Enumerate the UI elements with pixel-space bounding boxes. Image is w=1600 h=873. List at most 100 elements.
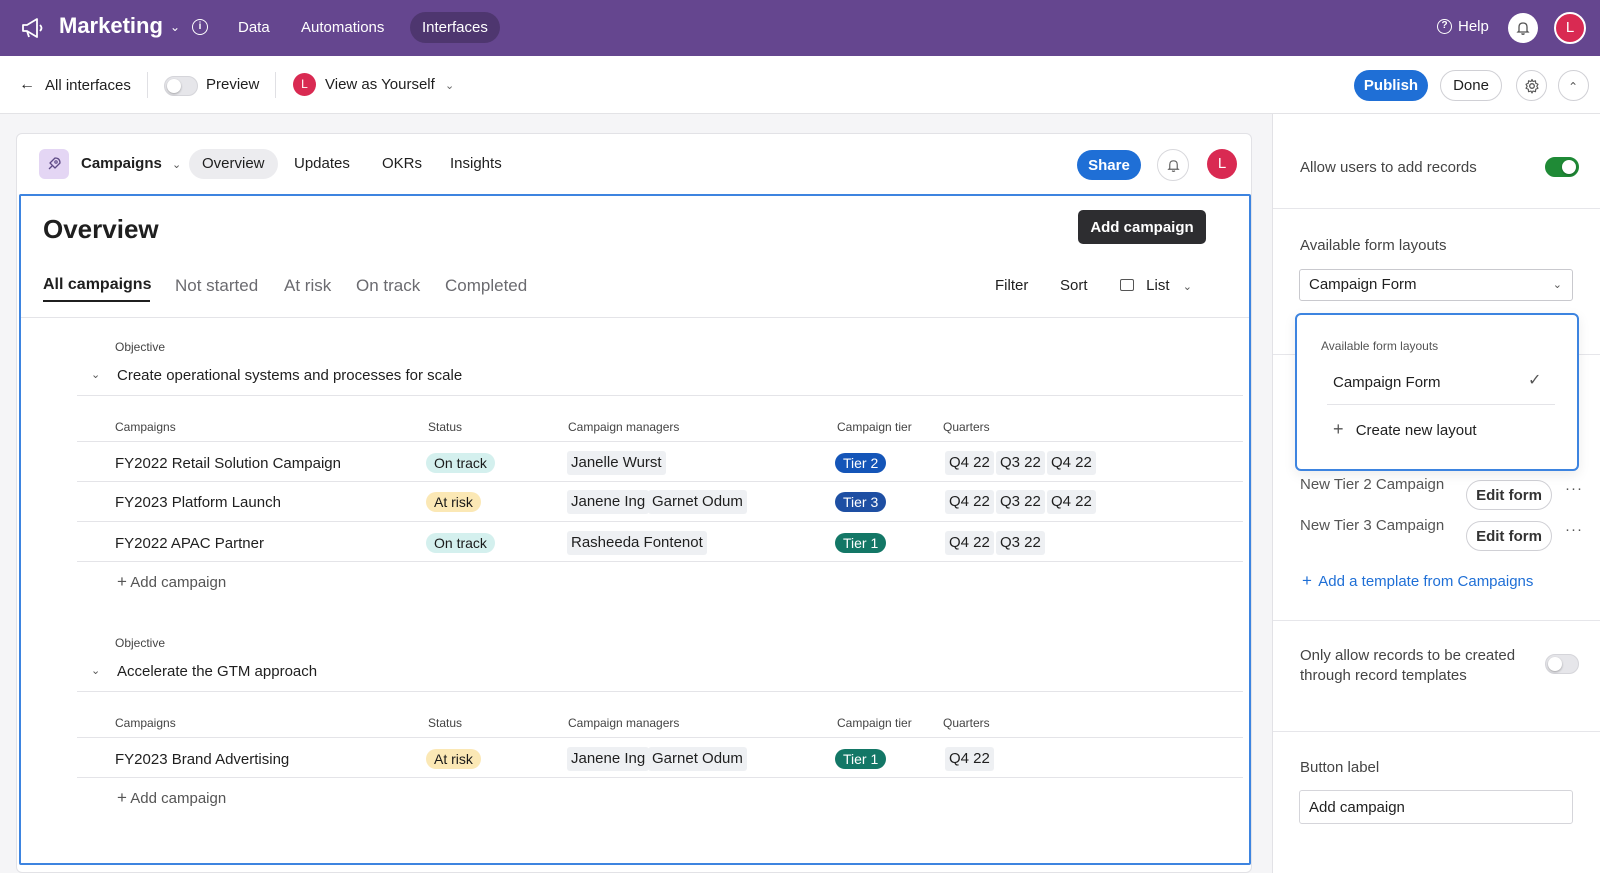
quarter-chip: Q3 22	[996, 451, 1045, 475]
chevron-down-icon[interactable]: ⌄	[91, 664, 100, 677]
edit-form-button[interactable]: Edit form	[1466, 521, 1552, 551]
objective-title[interactable]: Create operational systems and processes…	[117, 367, 462, 384]
divider	[1273, 620, 1600, 621]
tab-completed[interactable]: Completed	[445, 276, 527, 296]
button-label-title: Button label	[1300, 759, 1380, 776]
allow-add-toggle[interactable]	[1545, 157, 1579, 177]
add-campaign-button[interactable]: Add campaign	[1078, 210, 1206, 244]
megaphone-icon	[22, 18, 43, 38]
nav-automations[interactable]: Automations	[289, 12, 396, 43]
manager-chip: Janelle Wurst	[567, 451, 666, 475]
more-options-icon[interactable]: ···	[1565, 480, 1583, 497]
form-layout-dropdown: Available form layouts Campaign Form ✓ +…	[1295, 313, 1579, 471]
view-switcher[interactable]: List ⌄	[1120, 277, 1192, 294]
chevron-down-icon: ⌄	[444, 80, 455, 92]
column-header-managers: Campaign managers	[568, 420, 680, 434]
tab-not-started[interactable]: Not started	[175, 276, 258, 296]
only-templates-line-1: Only allow records to be created	[1300, 647, 1516, 664]
rocket-icon	[39, 149, 69, 179]
add-row-label: Add campaign	[130, 574, 227, 591]
help-button[interactable]: ? Help	[1437, 18, 1489, 35]
add-template-label: Add a template from Campaigns	[1318, 573, 1534, 590]
tab-at-risk[interactable]: At risk	[284, 276, 331, 296]
campaign-name[interactable]: FY2023 Platform Launch	[115, 494, 281, 511]
layout-option-campaign-form[interactable]: Campaign Form	[1333, 374, 1441, 391]
divider	[1327, 404, 1555, 405]
tab-insights[interactable]: Insights	[437, 149, 515, 179]
notifications-button[interactable]	[1508, 13, 1538, 43]
done-button[interactable]: Done	[1440, 70, 1502, 101]
objective-label: Objective	[115, 636, 166, 650]
edit-form-button[interactable]: Edit form	[1466, 480, 1552, 510]
nav-data[interactable]: Data	[226, 12, 282, 43]
manager-chip: Rasheeda Fontenot	[567, 531, 707, 555]
quarter-chip: Q3 22	[996, 531, 1045, 555]
campaign-name[interactable]: FY2022 APAC Partner	[115, 535, 264, 552]
help-icon: ?	[1437, 19, 1452, 34]
divider	[21, 317, 1249, 318]
create-layout-option[interactable]: + Create new layout	[1333, 419, 1477, 440]
filter-button[interactable]: Filter	[995, 277, 1028, 294]
nav-interfaces[interactable]: Interfaces	[410, 12, 500, 43]
interface-toolbar: ← All interfaces Preview L View as Yours…	[0, 56, 1600, 114]
project-switcher[interactable]: Campaigns ⌄	[81, 155, 181, 172]
tab-updates[interactable]: Updates	[281, 149, 363, 179]
button-label-input[interactable]	[1299, 790, 1573, 824]
divider	[77, 561, 1243, 562]
tab-on-track[interactable]: On track	[356, 276, 420, 296]
more-options-icon[interactable]: ···	[1565, 521, 1583, 538]
tab-okrs[interactable]: OKRs	[369, 149, 435, 179]
campaign-name[interactable]: FY2023 Brand Advertising	[115, 751, 289, 768]
active-tab-indicator	[43, 300, 150, 302]
tier-badge: Tier 1	[835, 749, 887, 769]
column-header-status: Status	[428, 716, 463, 730]
back-to-interfaces[interactable]: ← All interfaces	[19, 76, 131, 94]
campaign-name[interactable]: FY2022 Retail Solution Campaign	[115, 455, 341, 472]
view-as-dropdown[interactable]: View as Yourself ⌄	[325, 76, 454, 93]
page-title: Overview	[43, 214, 159, 244]
info-icon[interactable]: i	[192, 19, 208, 35]
add-row-label: Add campaign	[130, 790, 227, 807]
divider	[1273, 208, 1600, 209]
tab-overview[interactable]: Overview	[189, 149, 278, 179]
status-badge: At risk	[426, 749, 481, 769]
column-header-status: Status	[428, 420, 463, 434]
manager-chip: Janene Ing	[567, 747, 650, 771]
sort-button[interactable]: Sort	[1060, 277, 1088, 294]
objective-title[interactable]: Accelerate the GTM approach	[117, 663, 317, 680]
only-templates-label: Only allow records to be created through…	[1300, 646, 1515, 686]
notifications-button[interactable]	[1157, 149, 1189, 181]
add-campaign-row[interactable]: + Add campaign	[117, 788, 226, 808]
publish-button[interactable]: Publish	[1354, 70, 1428, 101]
share-button[interactable]: Share	[1077, 150, 1141, 180]
divider	[77, 521, 1243, 522]
divider	[275, 72, 276, 98]
chevron-down-icon[interactable]: ⌄	[91, 368, 100, 381]
chevron-down-icon[interactable]: ⌄	[170, 20, 180, 34]
divider	[77, 395, 1243, 396]
only-templates-toggle[interactable]	[1545, 654, 1579, 674]
add-template-link[interactable]: + Add a template from Campaigns	[1302, 571, 1533, 591]
preview-label: Preview	[206, 76, 260, 93]
top-bar: Marketing ⌄ i Data Automations Interface…	[0, 0, 1600, 56]
plus-icon: +	[117, 788, 127, 807]
card-user-avatar[interactable]: L	[1207, 149, 1237, 179]
chevron-down-icon: ⌄	[1552, 279, 1562, 291]
plus-icon: +	[1333, 419, 1344, 439]
column-header-managers: Campaign managers	[568, 716, 680, 730]
settings-button[interactable]	[1516, 70, 1547, 101]
view-as-label: View as Yourself	[325, 76, 435, 93]
tab-all-campaigns[interactable]: All campaigns	[43, 276, 151, 294]
interface-card: Campaigns ⌄ Overview Updates OKRs Insigh…	[16, 133, 1252, 873]
divider	[1273, 731, 1600, 732]
add-campaign-row[interactable]: + Add campaign	[117, 572, 226, 592]
manager-chip: Garnet Odum	[648, 747, 747, 771]
preview-toggle[interactable]	[164, 76, 198, 96]
quarter-chip: Q4 22	[1047, 451, 1096, 475]
app-title[interactable]: Marketing	[59, 13, 163, 39]
collapse-button[interactable]: ⌄	[1558, 70, 1589, 101]
chevron-down-icon: ⌄	[1182, 281, 1192, 293]
form-layout-select[interactable]: Campaign Form ⌄	[1299, 269, 1573, 301]
column-header-quarters: Quarters	[943, 420, 990, 434]
user-avatar[interactable]: L	[1554, 12, 1586, 44]
